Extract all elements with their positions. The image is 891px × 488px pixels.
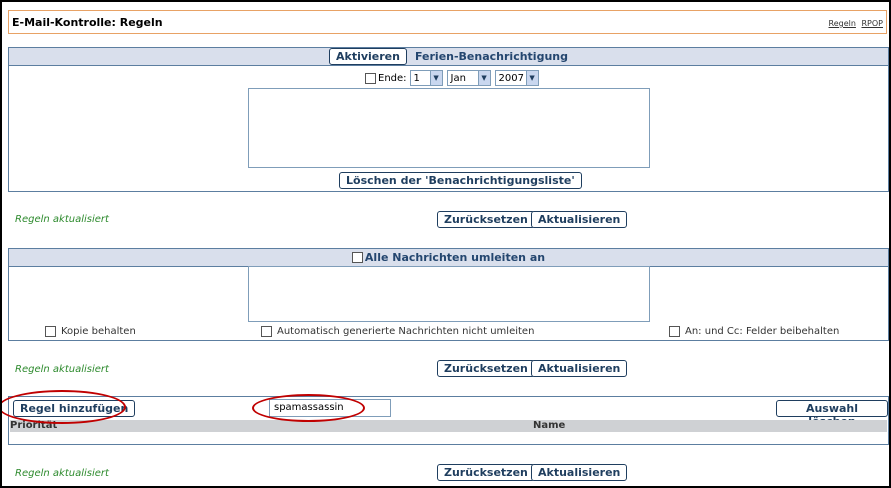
link-rpop[interactable]: RPOP (861, 19, 883, 28)
clear-selection-button[interactable]: Auswahl löschen (776, 400, 888, 428)
add-rule-button[interactable]: Regel hinzufügen (13, 400, 136, 417)
no-auto-forward-option[interactable]: Automatisch generierte Nachrichten nicht… (261, 326, 534, 337)
rules-panel: Regel hinzufügen spamassassin Auswahl lö… (8, 396, 889, 445)
vacation-panel-header: Aktivieren Ferien-Benachrichtigung (9, 48, 888, 66)
day-select[interactable]: 1 ▼ (409, 70, 443, 86)
column-name[interactable]: Name (533, 420, 565, 431)
month-select[interactable]: Jan ▼ (446, 70, 491, 86)
end-date-row: Ende: 1 ▼ Jan ▼ 2007 ▼ (365, 70, 543, 86)
forward-all-checkbox[interactable] (351, 252, 363, 263)
forward-reset-button[interactable]: Zurücksetzen (437, 360, 535, 377)
page-frame: E-Mail-Kontrolle: Regeln Regeln RPOP Akt… (0, 0, 891, 488)
keep-copy-option[interactable]: Kopie behalten (45, 326, 136, 337)
rules-reset-button[interactable]: Zurücksetzen (437, 464, 535, 481)
column-priority[interactable]: Priorität (10, 420, 57, 431)
vacation-title: Ferien-Benachrichtigung (414, 50, 568, 63)
vacation-update-button[interactable]: Aktualisieren (531, 211, 628, 228)
activate-button[interactable]: Aktivieren (328, 48, 407, 65)
no-auto-forward-checkbox[interactable] (261, 326, 272, 337)
vacation-reset-button[interactable]: Zurücksetzen (437, 211, 535, 228)
forward-panel-header: Alle Nachrichten umleiten an (9, 249, 888, 267)
link-regeln[interactable]: Regeln (829, 19, 856, 28)
chevron-down-icon: ▼ (525, 71, 538, 85)
forward-update-button[interactable]: Aktualisieren (531, 360, 628, 377)
vacation-status: Regeln aktualisiert (15, 214, 109, 225)
keep-fields-checkbox[interactable] (669, 326, 680, 337)
forward-address-textarea[interactable] (248, 266, 650, 322)
forward-panel: Alle Nachrichten umleiten an Kopie behal… (8, 248, 889, 341)
keep-copy-checkbox[interactable] (45, 326, 56, 337)
rules-status: Regeln aktualisiert (15, 468, 109, 479)
vacation-message-textarea[interactable] (248, 88, 650, 168)
no-auto-forward-label: Automatisch generierte Nachrichten nicht… (277, 326, 535, 337)
title-bar: E-Mail-Kontrolle: Regeln Regeln RPOP (8, 10, 887, 34)
keep-fields-label: An: und Cc: Felder beibehalten (685, 326, 840, 337)
chevron-down-icon: ▼ (477, 71, 490, 85)
forward-status: Regeln aktualisiert (15, 364, 109, 375)
keep-copy-label: Kopie behalten (61, 326, 136, 337)
clear-notification-list-button[interactable]: Löschen der 'Benachrichtigungsliste' (339, 172, 582, 189)
end-label: Ende: (378, 72, 407, 84)
end-checkbox[interactable] (365, 72, 376, 84)
rules-update-button[interactable]: Aktualisieren (531, 464, 628, 481)
year-select[interactable]: 2007 ▼ (494, 70, 539, 86)
page-title: E-Mail-Kontrolle: Regeln (12, 16, 163, 29)
rule-name-input[interactable]: spamassassin (269, 399, 391, 417)
keep-fields-option[interactable]: An: und Cc: Felder beibehalten (669, 326, 839, 337)
header-links: Regeln RPOP (826, 19, 883, 28)
forward-title: Alle Nachrichten umleiten an (364, 251, 546, 264)
vacation-panel: Aktivieren Ferien-Benachrichtigung Ende:… (8, 47, 889, 192)
chevron-down-icon: ▼ (429, 71, 442, 85)
rules-table-header: Priorität Name (10, 420, 887, 432)
